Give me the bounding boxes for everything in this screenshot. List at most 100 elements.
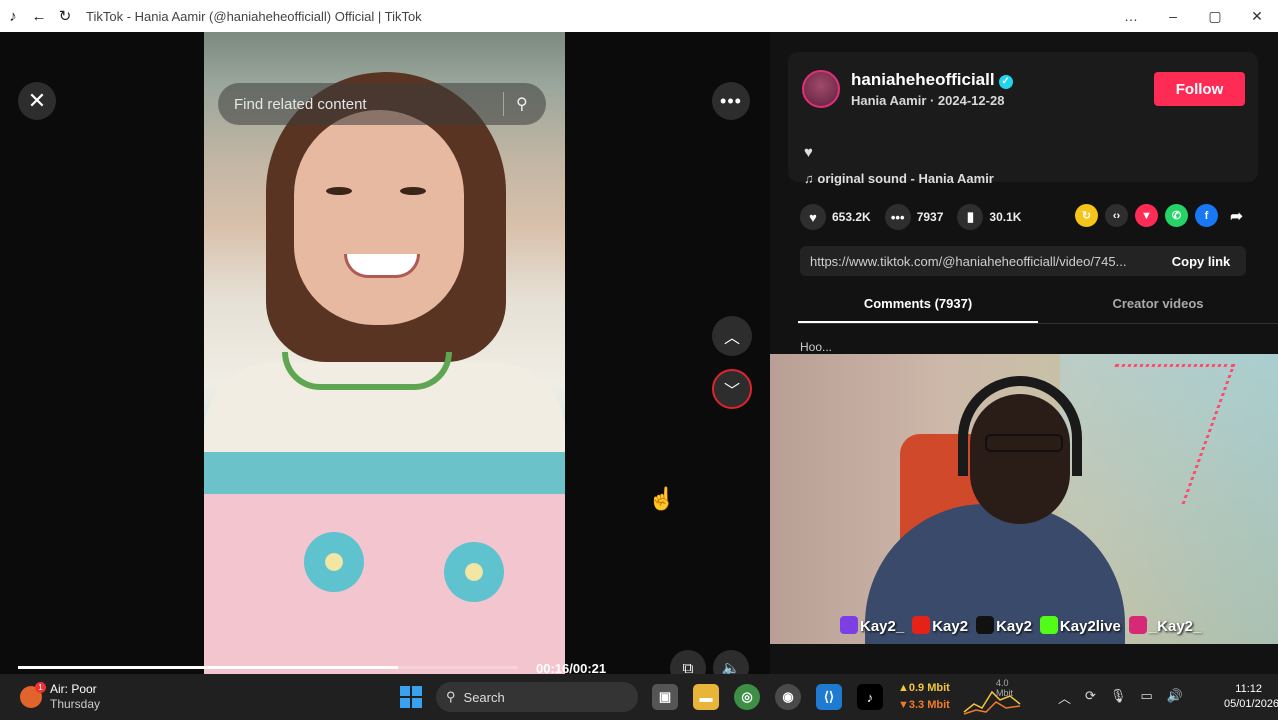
webcam-glasses: [985, 434, 1063, 452]
back-arrow-icon[interactable]: ←: [26, 0, 52, 32]
video-flower: [444, 542, 504, 602]
taskbar-search[interactable]: ⚲ Search: [436, 682, 638, 712]
social-handle-label: Kay2: [996, 618, 1032, 635]
video-eye-right: [400, 187, 426, 195]
weather-day: Thursday: [50, 697, 101, 711]
social-handle-label: Kay2_: [860, 618, 905, 635]
username-text: haniaheheofficiall: [851, 70, 995, 89]
monitor-icon[interactable]: ▭: [1140, 688, 1152, 707]
previous-video-button[interactable]: ︿: [712, 316, 752, 356]
sound-link[interactable]: ♫ original sound - Hania Aamir: [804, 171, 994, 186]
search-divider: [503, 92, 504, 116]
heart-icon: ♥: [804, 144, 813, 161]
chrome-icon[interactable]: ◎: [734, 684, 760, 710]
social-platform-icon: [1039, 616, 1058, 634]
like-stat[interactable]: ♥ 653.2K: [800, 204, 871, 230]
social-platform-icon: [840, 616, 858, 634]
file-explorer-icon[interactable]: ▬: [693, 684, 719, 710]
copy-link-button[interactable]: Copy link: [1156, 254, 1246, 269]
tab-creator-videos[interactable]: Creator videos: [1038, 290, 1278, 323]
window-title: TikTok - Hania Aamir (@haniaheheofficial…: [86, 8, 422, 24]
chevron-up-icon[interactable]: ︿: [1058, 688, 1071, 707]
social-handle: _Kay2_: [1128, 616, 1202, 635]
send-icon[interactable]: ▼: [1135, 204, 1158, 227]
author-subline: Hania Aamir · 2024-12-28: [851, 93, 1005, 108]
maximize-button[interactable]: ▢: [1194, 0, 1236, 32]
video-pink-band: [204, 494, 565, 674]
clock-time: 11:12: [1235, 683, 1262, 695]
task-view-icon[interactable]: ▣: [652, 684, 678, 710]
repost-icon[interactable]: ↻: [1075, 204, 1098, 227]
social-handle-label: Kay2live: [1059, 618, 1121, 635]
comment-preview: Hoo...: [800, 340, 833, 354]
taskbar-search-label: Search: [463, 689, 505, 705]
net-upload: ▲0.9 Mbit: [898, 682, 950, 694]
tiktok-taskbar-icon[interactable]: ♪: [857, 684, 883, 710]
close-player-button[interactable]: ✕: [18, 82, 56, 120]
weather-widget[interactable]: 1 Air: Poor Thursday: [20, 682, 100, 712]
windows-taskbar: 1 Air: Poor Thursday ⚲ Search ▣ ▬ ◎ ◉ ⟨⟩…: [0, 674, 1278, 720]
search-icon[interactable]: ⚲: [516, 94, 546, 114]
windows-start-icon[interactable]: [400, 686, 422, 708]
comment-icon[interactable]: •••: [884, 204, 911, 230]
webcam-overlay: Kay2_ Kay2 Kay2 Kay2live _Kay2_: [770, 354, 1278, 644]
browser-titlebar: ♪ ← ↻ TikTok - Hania Aamir (@haniaheheof…: [0, 0, 1278, 32]
save-count: 30.1K: [989, 210, 1022, 224]
video-stripe: [204, 452, 565, 494]
video-smile: [344, 254, 420, 278]
tab-comments[interactable]: Comments (7937): [798, 290, 1038, 323]
more-options-button[interactable]: •••: [712, 82, 750, 120]
video-url: https://www.tiktok.com/@haniaheheofficia…: [810, 253, 1127, 269]
related-search-input[interactable]: Find related content ⚲: [218, 83, 546, 125]
mouse-cursor-icon: ☝: [648, 486, 676, 511]
social-handle: Kay2live: [1039, 616, 1121, 635]
video-face: [294, 110, 464, 325]
search-icon: ⚲: [446, 689, 456, 704]
panel-tabs: Comments (7937) Creator videos: [798, 290, 1278, 324]
social-handle-label: Kay2: [932, 618, 969, 635]
microphone-icon[interactable]: 🎙: [1110, 688, 1127, 707]
video-frame[interactable]: [204, 32, 565, 674]
avatar[interactable]: [802, 70, 840, 108]
video-progress-bar[interactable]: [18, 666, 518, 669]
copy-link-box: https://www.tiktok.com/@haniaheheofficia…: [800, 246, 1246, 276]
whatsapp-icon[interactable]: ✆: [1165, 204, 1188, 227]
sync-icon[interactable]: ⟳: [1085, 688, 1096, 707]
embed-icon[interactable]: ‹›: [1105, 204, 1128, 227]
social-platform-icon: [912, 616, 931, 634]
network-graph: 4.0 Mbit: [962, 678, 1022, 716]
share-icons: ↻ ‹› ▼ ✆ f ➦: [1075, 204, 1248, 227]
speaker-icon[interactable]: 🔊: [1167, 688, 1183, 707]
social-handle: Kay2: [976, 616, 1032, 635]
weather-title: Air: Poor: [50, 682, 97, 696]
menu-dots-button[interactable]: …: [1110, 0, 1152, 32]
facebook-icon[interactable]: f: [1195, 204, 1218, 227]
reload-icon[interactable]: ↻: [52, 0, 78, 32]
system-clock[interactable]: 11:12 05/01/2026: [1224, 682, 1278, 712]
save-stat[interactable]: ▮ 30.1K: [957, 204, 1021, 230]
network-meter: ▲0.9 Mbit ▼3.3 Mbit: [898, 680, 950, 714]
follow-button[interactable]: Follow: [1154, 72, 1245, 106]
overlay-social-handles: Kay2_ Kay2 Kay2 Kay2live _Kay2_: [840, 616, 1201, 635]
comment-stat[interactable]: ••• 7937: [884, 204, 943, 230]
taskbar-apps: ▣ ▬ ◎ ◉ ⟨⟩ ♪: [652, 684, 883, 710]
next-video-button[interactable]: ﹀: [712, 369, 752, 409]
vscode-icon[interactable]: ⟨⟩: [816, 684, 842, 710]
like-icon[interactable]: ♥: [800, 204, 826, 230]
sound-label: original sound - Hania Aamir: [817, 171, 994, 186]
video-eye-left: [326, 187, 352, 195]
bookmark-icon[interactable]: ▮: [957, 204, 984, 230]
social-handle: Kay2: [912, 616, 968, 635]
video-flower: [304, 532, 364, 592]
author-card: haniaheheofficiall ✓ Hania Aamir · 2024-1…: [788, 52, 1258, 186]
weather-icon: 1: [20, 682, 46, 708]
social-handle: Kay2_: [840, 616, 904, 635]
share-arrow-icon[interactable]: ➦: [1225, 204, 1248, 227]
close-window-button[interactable]: ✕: [1236, 0, 1278, 32]
minimize-button[interactable]: –: [1152, 0, 1194, 32]
window-controls: … – ▢ ✕: [1110, 0, 1278, 32]
video-stage: ✕ Find related content ⚲ ••• ︿ ﹀ ☝ 00:16…: [0, 32, 770, 686]
social-handle-label: _Kay2_: [1148, 618, 1202, 635]
author-username[interactable]: haniaheheofficiall ✓: [851, 70, 1013, 90]
obs-icon[interactable]: ◉: [775, 684, 801, 710]
